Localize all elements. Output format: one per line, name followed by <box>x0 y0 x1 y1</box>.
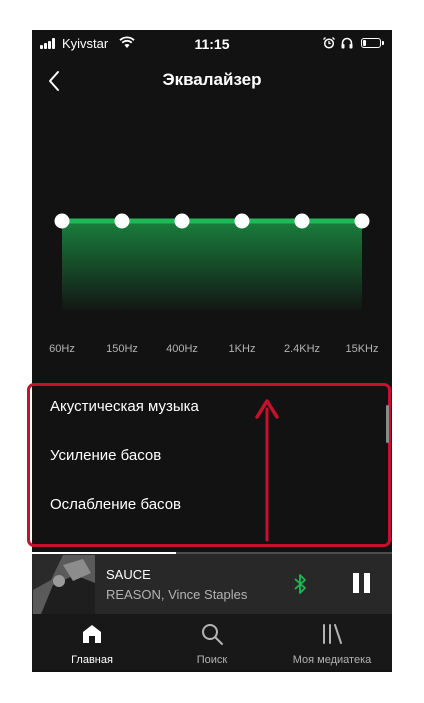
eq-band-label-3: 1KHz <box>229 343 256 355</box>
bottom-navigation: Главная Поиск Моя медиатека <box>32 614 392 670</box>
eq-band-label-5: 15KHz <box>345 343 378 355</box>
track-artist: REASON, Vince Staples <box>106 587 248 602</box>
nav-search-label: Поиск <box>196 654 228 666</box>
eq-band-handle-1[interactable] <box>114 213 130 229</box>
preset-bass-reduce[interactable]: Ослабление басов <box>50 496 181 513</box>
eq-band-handle-0[interactable] <box>54 213 70 229</box>
annotation-arrow-up <box>255 399 279 542</box>
eq-band-handle-4[interactable] <box>294 213 310 229</box>
nav-library-label: Моя медиатека <box>292 654 372 666</box>
library-icon <box>323 624 342 644</box>
pause-icon <box>353 573 359 593</box>
track-title: SAUCE <box>106 567 151 582</box>
eq-band-label-2: 400Hz <box>166 343 198 355</box>
preset-acoustic[interactable]: Акустическая музыка <box>50 398 199 415</box>
eq-band-label-4: 2.4KHz <box>284 343 320 355</box>
search-icon <box>202 624 223 645</box>
eq-band-handle-3[interactable] <box>234 213 250 229</box>
playback-progress <box>32 552 392 554</box>
eq-band-label-1: 150Hz <box>106 343 138 355</box>
nav-home-label: Главная <box>71 654 113 666</box>
bluetooth-icon[interactable] <box>293 573 307 595</box>
album-art[interactable] <box>33 555 95 614</box>
equalizer-chart[interactable]: 60Hz 150Hz 400Hz 1KHz 2.4KHz 15KHz <box>32 30 392 370</box>
home-icon <box>83 625 101 643</box>
eq-curve-fill <box>62 221 362 310</box>
scrollbar[interactable] <box>386 405 389 443</box>
eq-band-handle-5[interactable] <box>354 213 370 229</box>
preset-bass-boost[interactable]: Усиление басов <box>50 447 161 464</box>
nav-library[interactable]: Моя медиатека <box>272 614 392 670</box>
pause-button[interactable] <box>351 573 373 595</box>
nav-home[interactable]: Главная <box>32 614 152 670</box>
eq-band-handle-2[interactable] <box>174 213 190 229</box>
nav-search[interactable]: Поиск <box>152 614 272 670</box>
eq-band-label-0: 60Hz <box>49 343 75 355</box>
